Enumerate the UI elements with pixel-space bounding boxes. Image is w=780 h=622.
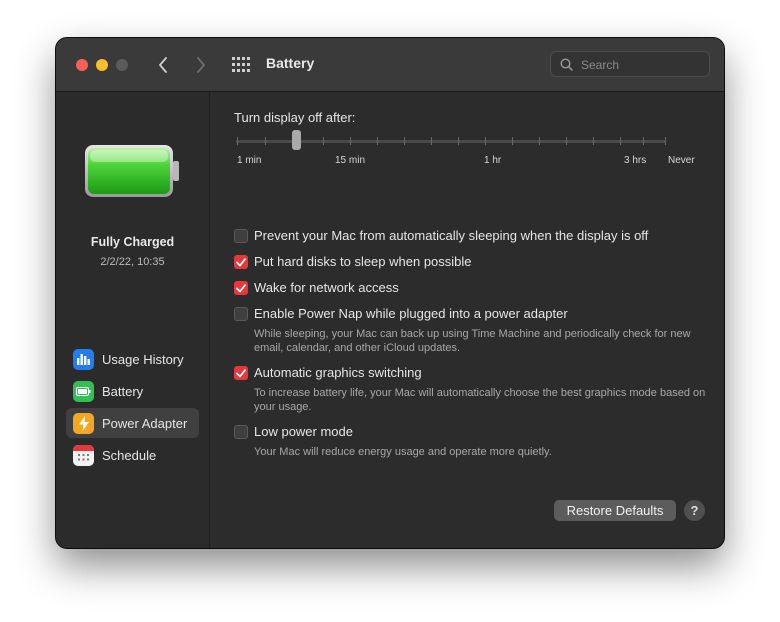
checkbox-unchecked[interactable] (234, 307, 248, 321)
slider-tick (485, 137, 486, 145)
checkbox-checked[interactable] (234, 281, 248, 295)
sidebar-item-label: Schedule (102, 447, 157, 463)
option-power-nap[interactable]: Enable Power Nap while plugged into a po… (234, 306, 568, 322)
battery-status-timestamp: 2/2/22, 10:35 (100, 256, 165, 268)
checkmark-icon (236, 257, 246, 266)
search-field[interactable] (550, 51, 710, 77)
slider-tick (512, 137, 513, 145)
sidebar-item-label: Battery (102, 383, 144, 399)
slider-tick (593, 137, 594, 145)
checkbox-unchecked[interactable] (234, 229, 248, 243)
chevron-left-icon (159, 57, 167, 73)
sidebar-item-label: Power Adapter (102, 415, 188, 431)
option-graphics-switching[interactable]: Automatic graphics switching (234, 365, 422, 381)
restore-defaults-button[interactable]: Restore Defaults (554, 500, 676, 521)
tick-label-15-min: 15 min (335, 155, 366, 166)
option-description: Your Mac will reduce energy usage and op… (254, 446, 552, 458)
slider-tick (566, 137, 567, 145)
option-low-power-mode[interactable]: Low power mode (234, 424, 353, 440)
minimize-button[interactable] (96, 59, 108, 71)
option-description: To increase battery life, your Mac will … (254, 387, 706, 413)
slider-tick (643, 137, 644, 145)
search-input[interactable] (579, 55, 703, 75)
option-prevent-sleep[interactable]: Prevent your Mac from automatically slee… (234, 228, 648, 244)
battery-status-title: Fully Charged (90, 235, 175, 249)
checkmark-icon (236, 368, 246, 377)
bar-chart-icon (73, 348, 94, 370)
sidebar-item-label: Usage History (102, 351, 184, 367)
option-label: Low power mode (254, 424, 353, 439)
show-all-grid-icon[interactable] (232, 57, 250, 73)
calendar-icon (73, 444, 94, 466)
slider-tick (404, 137, 405, 145)
tick-label-1-hr: 1 hr (484, 155, 502, 166)
search-icon (560, 58, 573, 71)
sidebar-item-schedule[interactable]: Schedule (66, 440, 199, 470)
option-label: Enable Power Nap while plugged into a po… (254, 306, 568, 321)
lightning-icon (73, 412, 94, 434)
power-adapter-pane: Turn display off after: 1 min 15 min 1 h… (210, 92, 724, 548)
tick-label-never: Never (668, 155, 695, 166)
slider-tick (458, 137, 459, 145)
sidebar-item-power-adapter[interactable]: Power Adapter (66, 408, 199, 438)
chevron-right-icon (197, 57, 205, 73)
option-label: Prevent your Mac from automatically slee… (254, 228, 649, 243)
slider-tick (665, 137, 666, 145)
system-preferences-window: Battery Fully Charged 2/2/22, 10:35 (56, 38, 724, 548)
slider-tick (620, 137, 621, 145)
checkmark-icon (236, 283, 246, 292)
slider-tick (431, 137, 432, 145)
option-description: While sleeping, your Mac can back up usi… (254, 328, 691, 354)
slider-tick (350, 137, 351, 145)
option-wake-network[interactable]: Wake for network access (234, 280, 399, 296)
option-label: Put hard disks to sleep when possible (254, 254, 472, 269)
checkbox-unchecked[interactable] (234, 425, 248, 439)
sidebar-item-battery[interactable]: Battery (66, 376, 199, 406)
back-button[interactable] (152, 54, 174, 76)
slider-tick (237, 137, 238, 145)
slider-tick (377, 137, 378, 145)
slider-tick (265, 137, 266, 145)
checkbox-checked[interactable] (234, 255, 248, 269)
forward-button[interactable] (190, 54, 212, 76)
sidebar-item-usage-history[interactable]: Usage History (66, 344, 199, 374)
battery-status-icon (85, 145, 179, 197)
close-button[interactable] (76, 59, 88, 71)
help-button[interactable]: ? (684, 500, 705, 521)
option-label: Automatic graphics switching (254, 365, 422, 380)
zoom-button[interactable] (116, 59, 128, 71)
slider-tick (323, 137, 324, 145)
slider-knob[interactable] (292, 130, 301, 150)
option-label: Wake for network access (254, 280, 399, 295)
title-bar: Battery (56, 38, 724, 92)
display-sleep-label: Turn display off after: (234, 110, 356, 125)
tick-label-3-hrs: 3 hrs (624, 155, 647, 166)
sidebar: Fully Charged 2/2/22, 10:35 Usage Histor… (56, 92, 210, 548)
battery-icon (73, 380, 94, 402)
slider-tick (539, 137, 540, 145)
window-title: Battery (266, 55, 315, 71)
option-disk-sleep[interactable]: Put hard disks to sleep when possible (234, 254, 472, 270)
checkbox-checked[interactable] (234, 366, 248, 380)
tick-label-1-min: 1 min (237, 155, 262, 166)
